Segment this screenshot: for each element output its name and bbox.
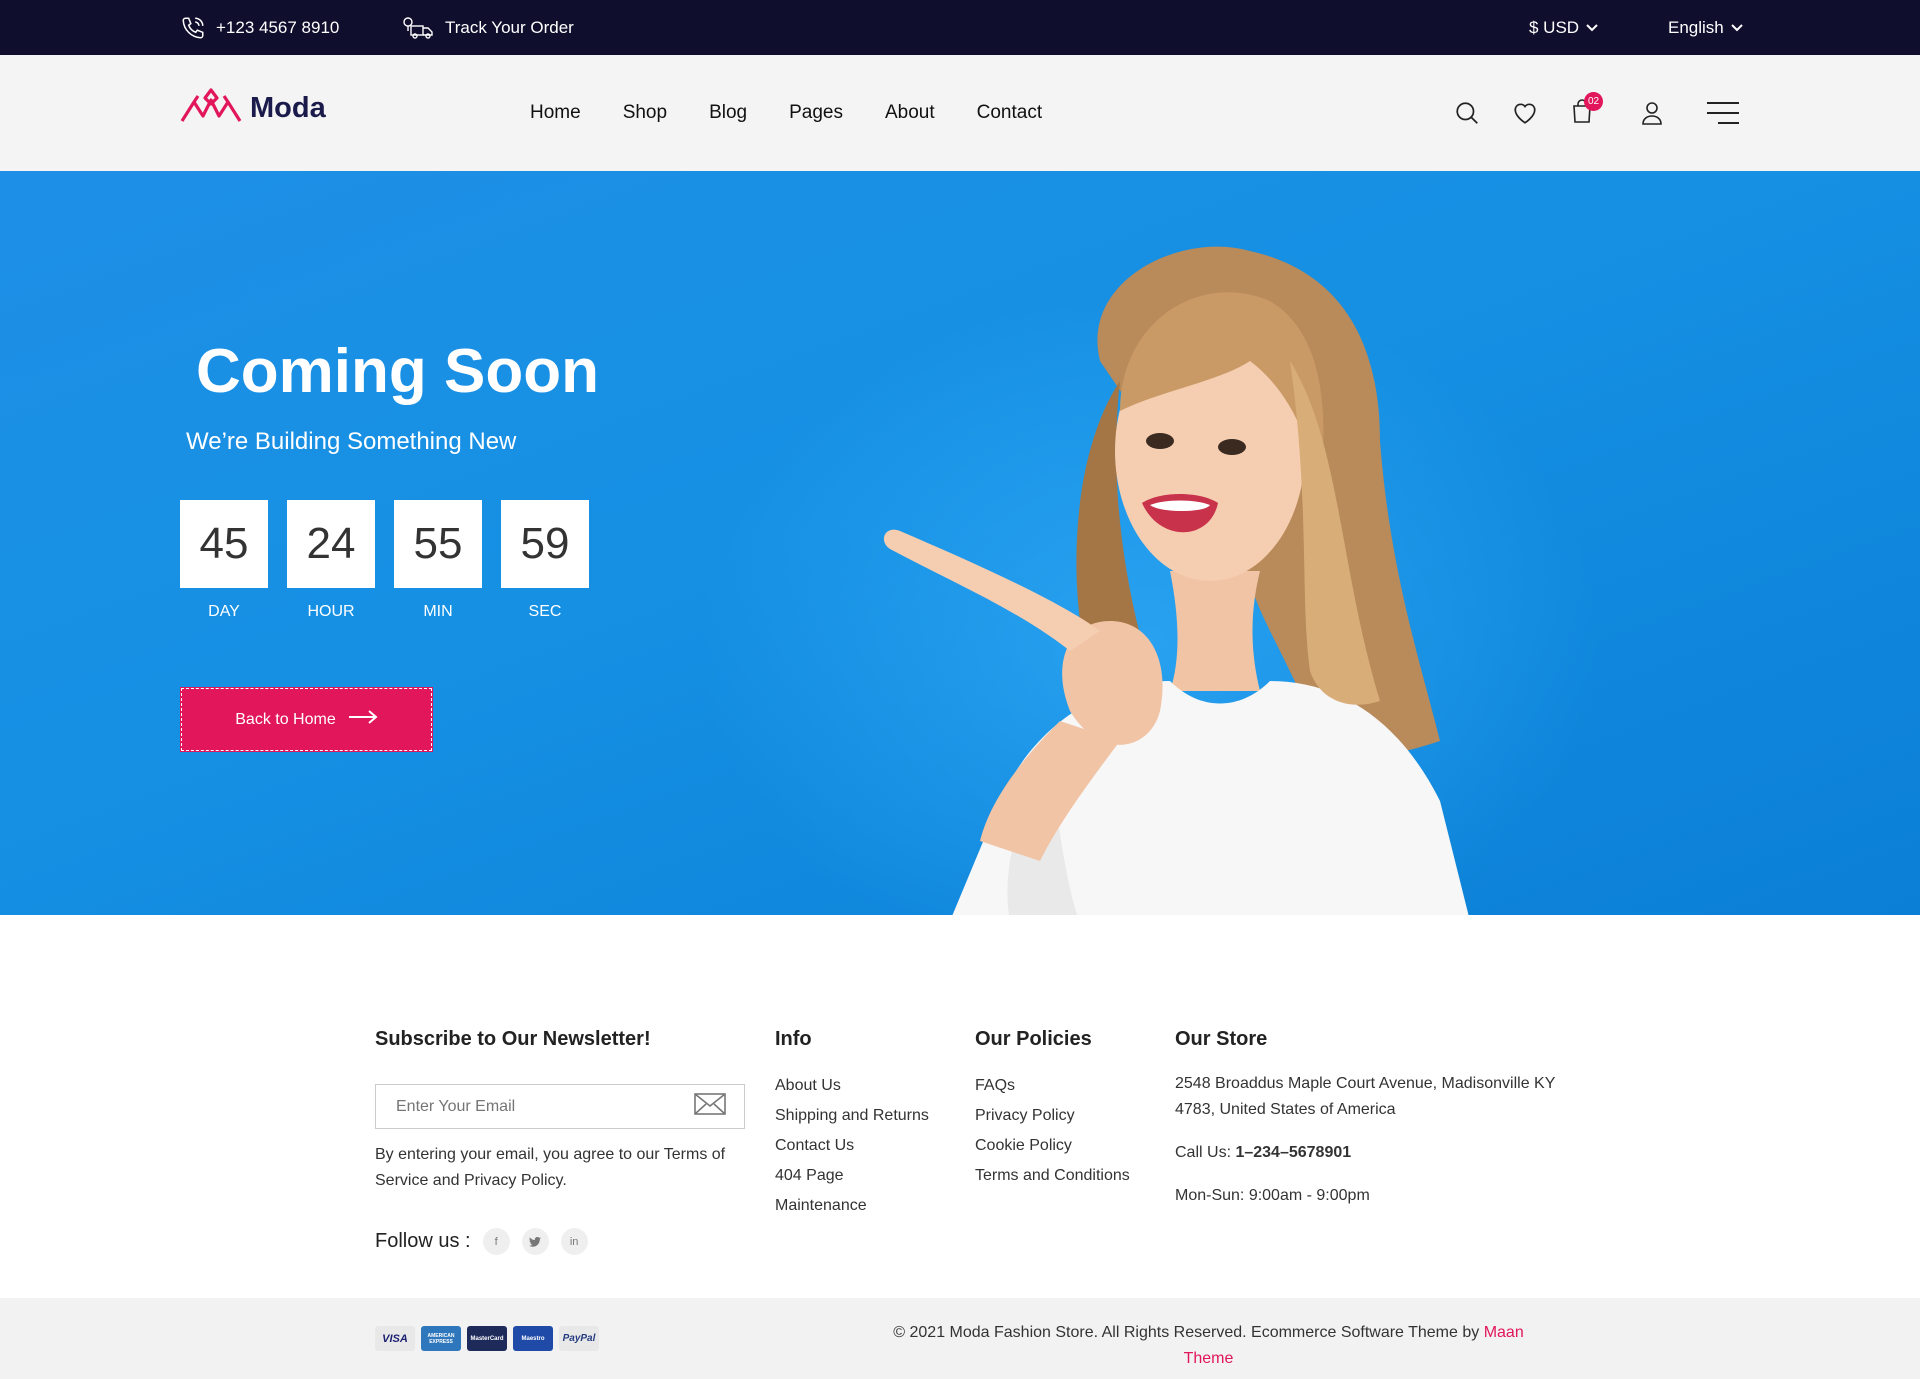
main-nav: Home Shop Blog Pages About Contact (530, 55, 1084, 171)
user-icon[interactable] (1637, 98, 1667, 128)
facebook-icon[interactable]: f (482, 1228, 510, 1255)
store-phone-number[interactable]: 1–234–5678901 (1235, 1144, 1351, 1161)
back-to-home-label: Back to Home (235, 710, 336, 728)
footer-link-shipping[interactable]: Shipping and Returns (775, 1101, 929, 1131)
footer-link-about-us[interactable]: About Us (775, 1071, 929, 1101)
paypal-icon: PayPal (559, 1326, 599, 1351)
heart-icon[interactable] (1510, 98, 1540, 128)
countdown-hours: 24 (287, 500, 375, 588)
hamburger-menu-icon[interactable] (1706, 98, 1740, 128)
phone-icon (180, 15, 206, 41)
nav-about[interactable]: About (885, 102, 935, 124)
countdown-minutes: 55 (394, 500, 482, 588)
chevron-down-icon (1730, 23, 1744, 33)
maestro-icon: Maestro (513, 1326, 553, 1351)
copyright-text: © 2021 Moda Fashion Store. All Rights Re… (893, 1324, 1484, 1341)
footer-link-privacy[interactable]: Privacy Policy (975, 1101, 1130, 1131)
countdown-seconds: 59 (501, 500, 589, 588)
hero-woman-image (883, 246, 1469, 915)
store-hours: Mon-Sun: 9:00am - 9:00pm (1175, 1187, 1370, 1204)
newsletter-terms: By entering your email, you agree to our… (375, 1146, 726, 1189)
countdown-days: 45 (180, 500, 268, 588)
nav-contact[interactable]: Contact (977, 102, 1042, 124)
arrow-right-icon (348, 710, 378, 729)
search-icon[interactable] (1452, 98, 1482, 128)
email-input[interactable] (396, 1097, 686, 1116)
back-to-home-button[interactable]: Back to Home (180, 687, 433, 752)
store-title: Our Store (1175, 1028, 1268, 1050)
coming-soon-title: Coming Soon (196, 337, 599, 406)
payment-methods: VISA AMERICAN EXPRESS MasterCard Maestro… (375, 1326, 599, 1351)
footer-link-maintenance[interactable]: Maintenance (775, 1191, 929, 1221)
chevron-down-icon (1585, 23, 1599, 33)
moda-logo-icon (180, 88, 242, 129)
info-title: Info (775, 1028, 812, 1050)
newsletter-form (375, 1084, 745, 1129)
footer-link-cookie[interactable]: Cookie Policy (975, 1131, 1130, 1161)
countdown-hours-label: HOUR (307, 603, 355, 620)
coming-soon-subtitle: We’re Building Something New (186, 428, 517, 455)
cart-count-badge: 02 (1584, 92, 1603, 111)
language-label: English (1668, 17, 1724, 37)
visa-icon: VISA (375, 1326, 415, 1351)
footer: Subscribe to Our Newsletter! By entering… (0, 915, 1920, 1298)
copyright: © 2021 Moda Fashion Store. All Rights Re… (880, 1320, 1537, 1372)
logo[interactable]: Moda (180, 88, 326, 129)
follow-us-label: Follow us : (375, 1230, 471, 1252)
track-order-label: Track Your Order (445, 17, 574, 37)
store-info: 2548 Broaddus Maple Court Avenue, Madiso… (1175, 1071, 1565, 1226)
countdown-seconds-label: SEC (528, 603, 562, 620)
footer-link-contact-us[interactable]: Contact Us (775, 1131, 929, 1161)
main-header: Moda Home Shop Blog Pages About Contact … (0, 55, 1920, 171)
nav-home[interactable]: Home (530, 102, 581, 124)
countdown-days-label: DAY (208, 603, 240, 620)
nav-shop[interactable]: Shop (623, 102, 667, 124)
language-selector[interactable]: English (1668, 0, 1744, 55)
top-bar: +123 4567 8910 Track Your Order $ USD En… (0, 0, 1920, 55)
mastercard-icon: MasterCard (467, 1326, 507, 1351)
policies-title: Our Policies (975, 1028, 1092, 1050)
currency-label: $ USD (1529, 17, 1580, 37)
footer-link-terms[interactable]: Terms and Conditions (975, 1161, 1130, 1191)
nav-pages[interactable]: Pages (789, 102, 843, 124)
nav-blog[interactable]: Blog (709, 102, 747, 124)
track-order-link[interactable]: Track Your Order (401, 0, 574, 55)
currency-selector[interactable]: $ USD (1529, 0, 1599, 55)
envelope-icon[interactable] (694, 1093, 726, 1120)
call-us-label: Call Us: (1175, 1144, 1236, 1161)
policies-links: FAQs Privacy Policy Cookie Policy Terms … (975, 1071, 1130, 1191)
footer-link-faqs[interactable]: FAQs (975, 1071, 1130, 1101)
amex-icon: AMERICAN EXPRESS (421, 1326, 461, 1351)
linkedin-icon[interactable]: in (560, 1228, 588, 1255)
follow-us: Follow us : f in (375, 1228, 588, 1255)
info-links: About Us Shipping and Returns Contact Us… (775, 1071, 929, 1221)
newsletter-title: Subscribe to Our Newsletter! (375, 1028, 651, 1050)
logo-text: Moda (250, 92, 326, 124)
store-phone: Call Us: 1–234–5678901 (1175, 1140, 1565, 1166)
phone-contact[interactable]: +123 4567 8910 (180, 0, 339, 55)
bottom-bar: VISA AMERICAN EXPRESS MasterCard Maestro… (0, 1298, 1920, 1379)
footer-link-404[interactable]: 404 Page (775, 1161, 929, 1191)
store-address: 2548 Broaddus Maple Court Avenue, Madiso… (1175, 1075, 1556, 1118)
countdown-minutes-label: MIN (423, 603, 453, 620)
delivery-truck-icon (401, 15, 435, 41)
hero-section: Coming Soon We’re Building Something New… (0, 171, 1920, 915)
twitter-icon[interactable] (521, 1228, 549, 1255)
phone-number: +123 4567 8910 (216, 17, 340, 37)
cart-button[interactable]: 02 (1567, 92, 1603, 128)
